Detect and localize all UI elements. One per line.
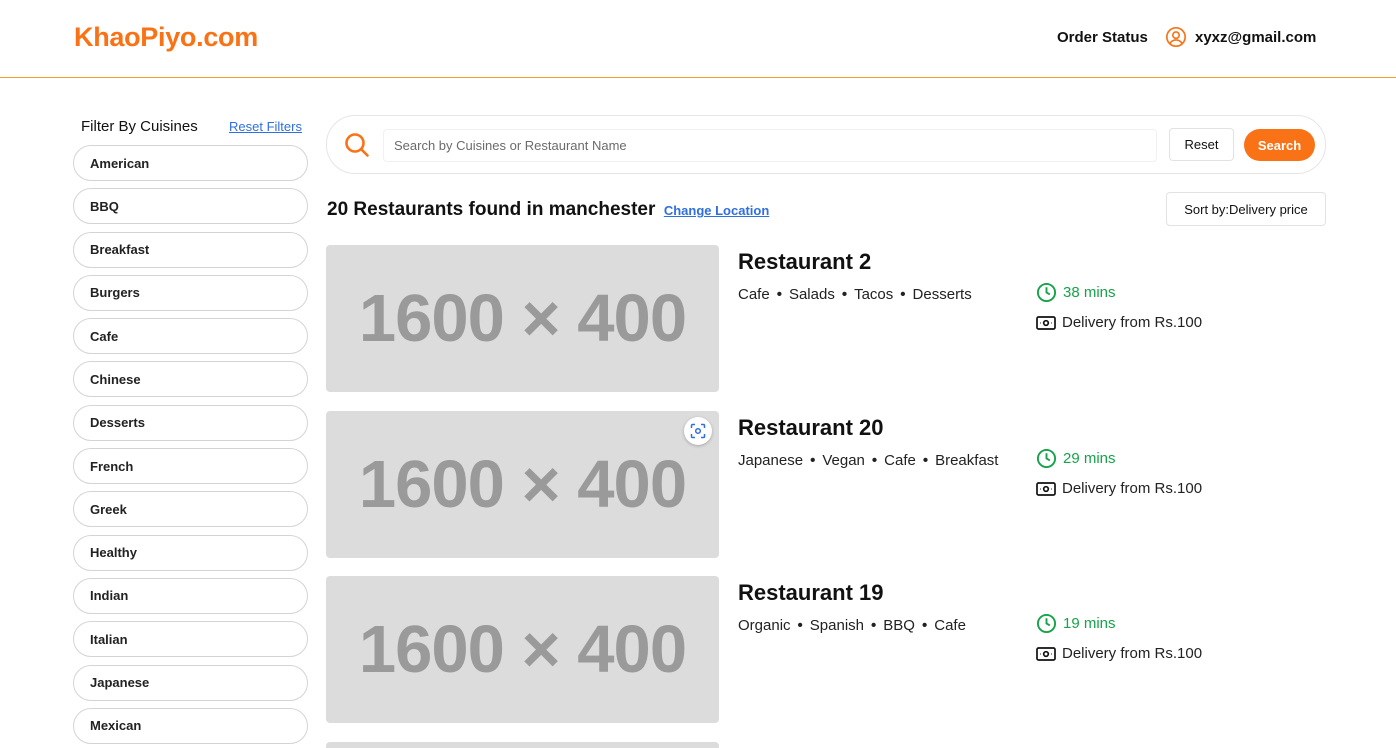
lens-scan-icon [690,423,706,439]
cuisine-filter-greek[interactable]: Greek [73,491,308,528]
separator-dot: • [797,617,803,634]
reset-button[interactable]: Reset [1169,128,1234,161]
restaurant-cuisines: Japanese • Vegan • Cafe • Breakfast [738,452,998,469]
cuisine-tag: Organic [738,617,791,634]
delivery-price: Delivery from Rs.100 [1036,645,1202,662]
delivery-price-text: Delivery from Rs.100 [1062,314,1203,331]
cuisine-filter-japanese[interactable]: Japanese [73,664,308,701]
cuisine-filter-french[interactable]: French [73,448,308,485]
separator-dot: • [922,452,929,469]
separator-dot: • [921,617,928,634]
separator-dot: • [871,617,877,634]
cuisine-filter-mexican[interactable]: Mexican [73,707,308,744]
cuisine-tag: Cafe [934,617,966,634]
filter-title: Filter By Cuisines [81,118,198,135]
order-status-link[interactable]: Order Status [1057,29,1148,46]
user-menu[interactable]: xyxz@gmail.com [1165,26,1316,48]
cuisine-filter-list: American BBQ Breakfast Burgers Cafe Chinese De… [73,145,308,748]
restaurant-card[interactable]: 1600 × 400 Restaurant 19 Organic • Spanish • B… [326,576,1326,724]
restaurant-image: 1600 × 400 [326,245,719,392]
restaurant-card-peek [326,742,719,748]
delivery-time: 38 mins [1036,282,1116,303]
cuisine-tag: Breakfast [935,452,999,469]
cuisine-filter-american[interactable]: American [73,145,308,181]
delivery-time: 19 mins [1036,613,1116,634]
reset-filters-link[interactable]: Reset Filters [229,119,302,134]
delivery-price-text: Delivery from Rs.100 [1062,480,1203,497]
cuisine-filter-healthy[interactable]: Healthy [73,534,308,571]
image-placeholder-text: 1600 × 400 [358,281,687,356]
restaurant-name[interactable]: Restaurant 19 [738,580,884,606]
cash-icon [1036,315,1056,330]
delivery-price-text: Delivery from Rs.100 [1062,645,1203,662]
search-input[interactable] [383,129,1157,162]
clock-icon [1036,448,1057,469]
search-icon [345,133,369,157]
separator-dot: • [810,452,816,469]
restaurant-card[interactable]: 1600 × 400 Restaurant 20 Japanese • Vegan • Ca… [326,411,1326,559]
user-email: xyxz@gmail.com [1195,28,1317,46]
cuisine-tag: Japanese [738,452,804,469]
delivery-price: Delivery from Rs.100 [1036,314,1202,331]
delivery-time-text: 19 mins [1063,615,1116,632]
delivery-time-text: 38 mins [1063,284,1116,301]
image-placeholder-text: 1600 × 400 [358,612,687,687]
cuisine-tag: Desserts [912,286,972,303]
cuisine-tag: BBQ [883,617,915,634]
delivery-time-text: 29 mins [1063,450,1116,467]
cuisine-filter-indian[interactable]: Indian [73,577,308,614]
separator-dot: • [841,286,848,303]
cuisine-tag: Spanish [809,617,865,634]
cuisine-filter-cafe[interactable]: Cafe [73,318,308,355]
search-button[interactable]: Search [1244,129,1315,161]
change-location-link[interactable]: Change Location [664,203,769,218]
separator-dot: • [900,286,906,303]
restaurant-cuisines: Organic • Spanish • BBQ • Cafe [738,617,966,634]
top-header: KhaoPiyo.com Order Status xyxz@gmail.com [0,0,1396,78]
cuisine-filter-italian[interactable]: Italian [73,621,308,658]
separator-dot: • [776,286,782,303]
cuisine-tag: Salads [788,286,835,303]
lens-scan-button[interactable] [684,417,712,445]
image-placeholder-text: 1600 × 400 [358,447,687,522]
delivery-time: 29 mins [1036,448,1116,469]
delivery-price: Delivery from Rs.100 [1036,480,1202,497]
restaurant-name[interactable]: Restaurant 20 [738,415,884,441]
sort-dropdown[interactable]: Sort by:Delivery price [1166,192,1326,226]
clock-icon [1036,282,1057,303]
restaurant-image: 1600 × 400 [326,411,719,558]
cuisine-tag: Cafe [738,286,770,303]
cuisine-filter-breakfast[interactable]: Breakfast [73,231,308,268]
restaurant-card[interactable]: 1600 × 400 Restaurant 2 Cafe • Salads • Tacos •… [326,245,1326,393]
cuisine-filter-bbq[interactable]: BBQ [73,188,308,225]
user-circle-icon [1166,27,1186,47]
cuisine-filter-desserts[interactable]: Desserts [73,404,308,441]
cuisine-tag: Cafe [884,452,916,469]
restaurant-image: 1600 × 400 [326,576,719,723]
restaurant-cuisines: Cafe • Salads • Tacos • Desserts [738,286,972,303]
cuisine-filter-burgers[interactable]: Burgers [73,274,308,311]
cuisine-tag: Vegan [822,452,865,469]
cuisine-filter-chinese[interactable]: Chinese [73,361,308,398]
site-logo[interactable]: KhaoPiyo.com [74,22,258,53]
cash-icon [1036,481,1056,496]
clock-icon [1036,613,1057,634]
search-bar: Reset Search [326,115,1326,174]
separator-dot: • [871,452,878,469]
restaurant-name[interactable]: Restaurant 2 [738,249,871,275]
results-summary-line: 20 Restaurants found in manchester Chang… [327,199,769,221]
cash-icon [1036,646,1056,661]
cuisine-tag: Tacos [854,286,894,303]
results-count: 20 Restaurants found in manchester [327,199,656,220]
